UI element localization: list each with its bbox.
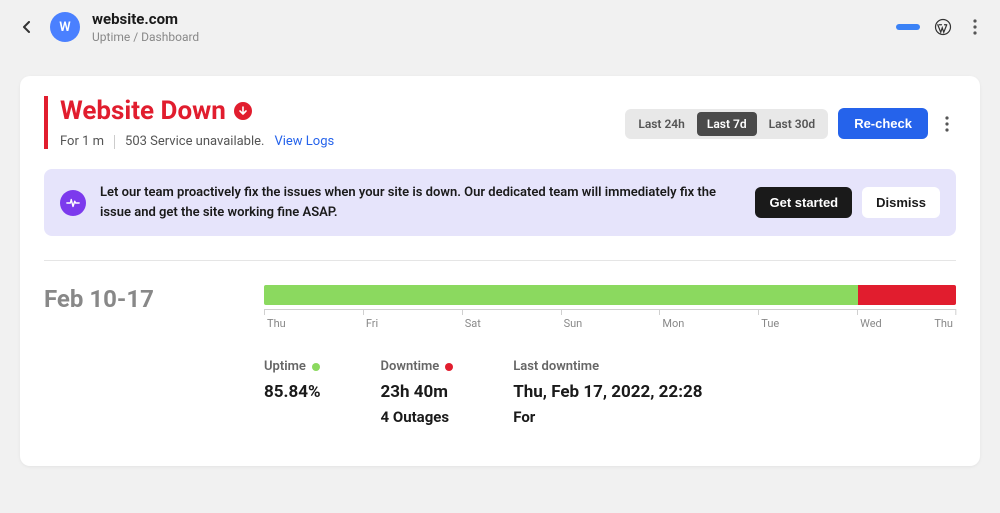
range-last-30d[interactable]: Last 30d	[759, 112, 826, 136]
last-downtime-label: Last downtime	[513, 359, 599, 374]
site-avatar: W	[50, 12, 80, 42]
tick-label: Mon	[662, 317, 684, 330]
site-name: website.com	[92, 10, 884, 28]
range-last-7d[interactable]: Last 7d	[697, 112, 757, 136]
status-actions: Last 24h Last 7d Last 30d Re-check	[625, 96, 956, 139]
tick-label: Sun	[564, 317, 583, 330]
tick-label: Thu	[267, 317, 286, 330]
uptime-segment-up	[264, 285, 858, 305]
uptime-stat: Uptime 85.84%	[264, 359, 321, 426]
kebab-icon	[973, 19, 977, 35]
status-block: Website Down For 1 m 503 Service unavail…	[44, 96, 334, 149]
get-started-button[interactable]: Get started	[755, 187, 852, 218]
status-subline: For 1 m 503 Service unavailable. View Lo…	[60, 134, 334, 149]
timeline-ticks: Thu Fri Sat Sun Mon Tue Wed Thu	[264, 309, 956, 329]
site-initial: W	[59, 20, 70, 35]
wordpress-icon[interactable]	[934, 18, 952, 36]
breadcrumb: Uptime / Dashboard	[92, 30, 884, 44]
divider	[114, 135, 115, 149]
accent-pill	[896, 24, 920, 30]
tick-label: Fri	[366, 317, 378, 330]
heartbeat-icon	[60, 190, 86, 216]
kebab-icon	[945, 116, 949, 132]
dismiss-button[interactable]: Dismiss	[862, 187, 940, 218]
last-downtime-value: Thu, Feb 17, 2022, 22:28	[513, 382, 702, 402]
card-overflow-menu-button[interactable]	[938, 115, 956, 133]
banner-text: Let our team proactively fix the issues …	[100, 183, 741, 222]
chart-section: Feb 10-17 Thu Fri Sat Sun Mon Tue Wed Th…	[44, 285, 956, 426]
uptime-segment-down	[858, 285, 956, 305]
green-dot-icon	[312, 363, 320, 371]
tick-label: Wed	[860, 317, 882, 330]
status-error: 503 Service unavailable.	[125, 134, 264, 149]
tick-label: Tue	[761, 317, 779, 330]
divider	[44, 260, 956, 261]
site-info: website.com Uptime / Dashboard	[92, 10, 884, 44]
status-header: Website Down For 1 m 503 Service unavail…	[44, 96, 956, 149]
last-downtime-for: For	[513, 408, 702, 426]
top-bar: W website.com Uptime / Dashboard	[0, 0, 1000, 54]
status-duration: For 1 m	[60, 134, 104, 149]
dashboard-card: Website Down For 1 m 503 Service unavail…	[20, 76, 980, 466]
recheck-button[interactable]: Re-check	[838, 108, 928, 139]
chevron-left-icon	[22, 21, 32, 33]
date-range-label: Feb 10-17	[44, 285, 244, 426]
stats-row: Uptime 85.84% Downtime 23h 40m 4 Outages	[264, 359, 956, 426]
downtime-value: 23h 40m	[381, 382, 454, 402]
downtime-stat: Downtime 23h 40m 4 Outages	[381, 359, 454, 426]
outages-value: 4 Outages	[381, 408, 454, 426]
view-logs-link[interactable]: View Logs	[274, 134, 334, 149]
time-range-group: Last 24h Last 7d Last 30d	[625, 109, 828, 139]
range-last-24h[interactable]: Last 24h	[628, 112, 695, 136]
overflow-menu-button[interactable]	[966, 18, 984, 36]
back-button[interactable]	[16, 16, 38, 38]
last-downtime-stat: Last downtime Thu, Feb 17, 2022, 22:28 F…	[513, 359, 702, 426]
top-actions	[896, 18, 984, 36]
red-dot-icon	[445, 363, 453, 371]
status-title: Website Down	[60, 96, 226, 126]
down-arrow-icon	[234, 102, 252, 120]
promo-banner: Let our team proactively fix the issues …	[44, 169, 956, 236]
uptime-value: 85.84%	[264, 382, 321, 402]
tick-label: Sat	[465, 317, 481, 330]
tick-label: Thu	[934, 317, 953, 330]
uptime-label: Uptime	[264, 359, 306, 374]
uptime-timeline-bar	[264, 285, 956, 305]
downtime-label: Downtime	[381, 359, 440, 374]
